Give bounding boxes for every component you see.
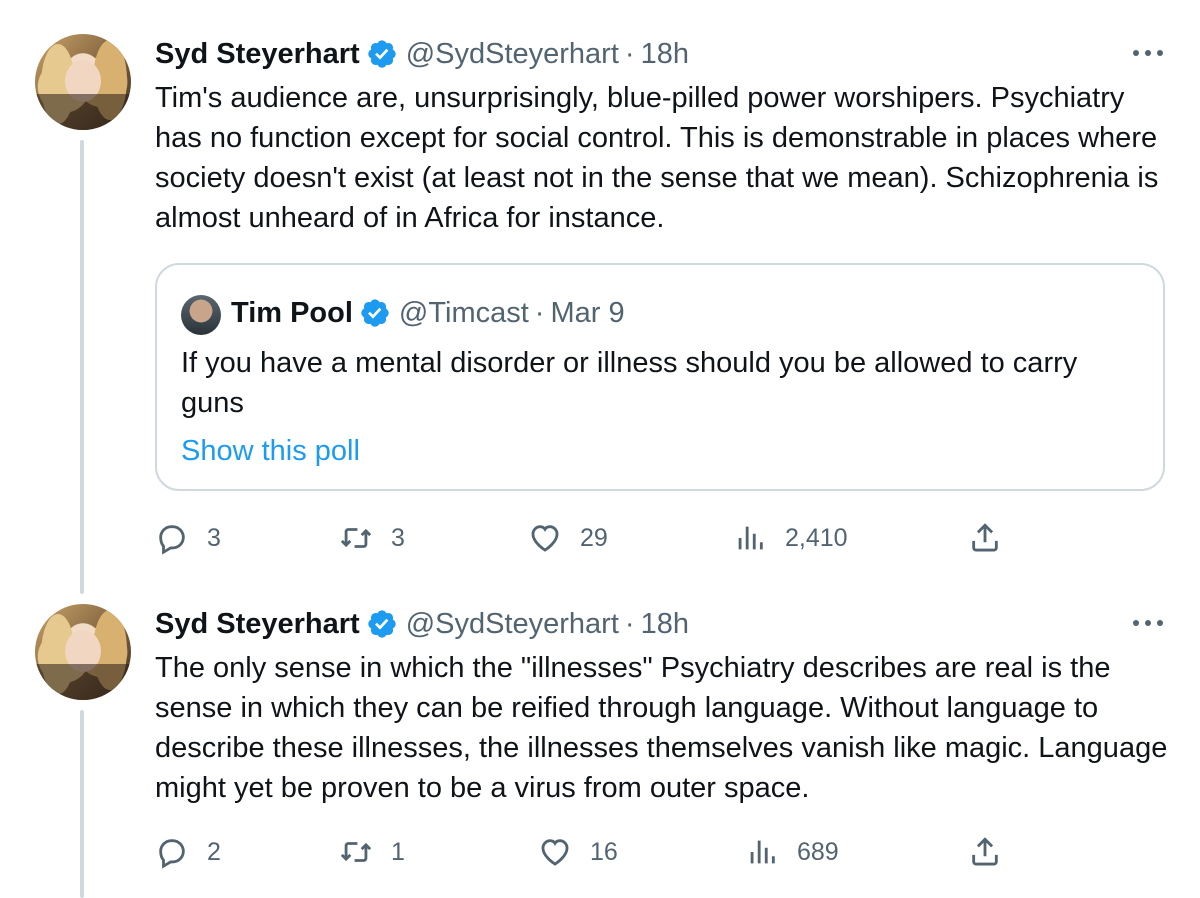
tweet-header: Syd Steyerhart @SydSteyerhart · 18h (155, 36, 689, 72)
separator-dot: · (534, 296, 545, 329)
views-icon (738, 526, 763, 550)
share-button[interactable] (968, 518, 1002, 558)
heart-icon (531, 525, 559, 552)
reply-count: 2 (207, 837, 221, 866)
reply-icon (159, 525, 185, 555)
author-name[interactable]: Syd Steyerhart (155, 608, 360, 641)
share-icon (972, 837, 998, 866)
more-options-icon[interactable] (1128, 38, 1168, 68)
author-name: Tim Pool (231, 296, 353, 329)
author-name[interactable]: Syd Steyerhart (155, 38, 360, 71)
tweet-text: Tim's audience are, unsurprisingly, blue… (155, 82, 1159, 234)
reply-button[interactable]: 2 (155, 832, 221, 872)
more-options-icon[interactable] (1128, 608, 1168, 638)
verified-badge-icon (368, 40, 396, 68)
separator-dot: · (624, 37, 635, 70)
tweet[interactable]: Syd Steyerhart @SydSteyerhart · 18h The … (0, 580, 1200, 898)
separator-dot: · (624, 607, 635, 640)
like-button[interactable]: 16 (538, 832, 618, 872)
like-count: 29 (580, 523, 608, 552)
like-button[interactable]: 29 (528, 518, 608, 558)
views-count: 2,410 (785, 523, 848, 552)
avatar[interactable] (35, 604, 131, 700)
reply-button[interactable]: 3 (155, 518, 221, 558)
views-icon (750, 840, 775, 864)
retweet-icon (340, 528, 372, 548)
timestamp: Mar 9 (550, 296, 625, 329)
retweet-icon (340, 842, 372, 862)
tweet-header: Syd Steyerhart @SydSteyerhart · 18h (155, 606, 689, 642)
verified-badge-icon (361, 299, 389, 327)
quoted-tweet-header: Tim Pool @Timcast · Mar 9 (231, 293, 625, 333)
timestamp[interactable]: 18h (641, 38, 689, 71)
author-handle[interactable]: @SydSteyerhart (406, 608, 619, 641)
quoted-tweet[interactable]: Tim Pool @Timcast · Mar 9 If you have a … (155, 263, 1165, 491)
like-count: 16 (590, 837, 618, 866)
avatar[interactable] (181, 295, 221, 335)
timestamp[interactable]: 18h (641, 608, 689, 641)
quoted-tweet-text: If you have a mental disorder or illness… (181, 347, 1078, 419)
views-button[interactable]: 689 (745, 832, 839, 872)
share-button[interactable] (968, 832, 1002, 872)
share-icon (972, 523, 998, 552)
author-handle[interactable]: @SydSteyerhart (406, 38, 619, 71)
tweet[interactable]: Syd Steyerhart @SydSteyerhart · 18h Tim'… (0, 0, 1200, 580)
views-count: 689 (797, 837, 839, 866)
retweet-count: 3 (391, 523, 405, 552)
reply-icon (159, 839, 185, 869)
retweet-count: 1 (391, 837, 405, 866)
author-handle: @Timcast (398, 296, 529, 329)
tweet-actions: 2 1 16 689 (155, 832, 1015, 872)
verified-badge-icon (368, 610, 396, 638)
avatar[interactable] (35, 34, 131, 130)
reply-count: 3 (207, 523, 221, 552)
show-poll-link[interactable]: Show this poll (181, 431, 360, 471)
tweet-actions: 3 3 29 2,410 (155, 518, 1015, 558)
retweet-button[interactable]: 1 (339, 832, 405, 872)
retweet-button[interactable]: 3 (339, 518, 405, 558)
views-button[interactable]: 2,410 (733, 518, 848, 558)
tweet-text: The only sense in which the "illnesses" … (155, 652, 1168, 804)
heart-icon (541, 839, 569, 866)
